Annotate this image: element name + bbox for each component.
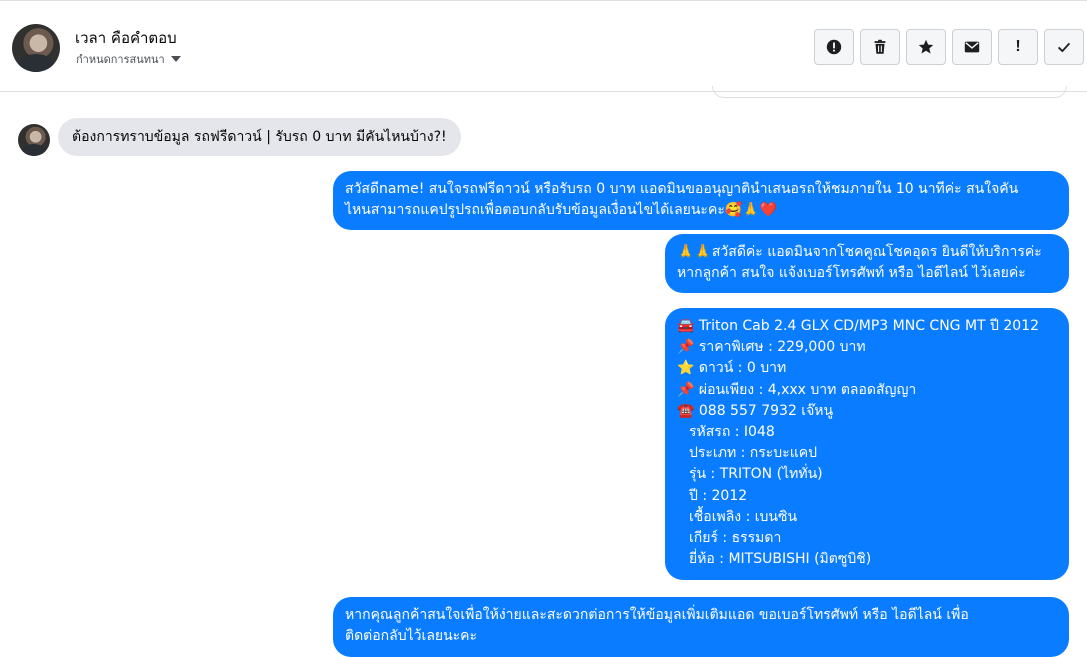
outgoing-message[interactable]: 🙏🙏สวัสดีค่ะ แอดมินจากโชคคูณโชคอุดร ยินดี… <box>665 234 1069 293</box>
star-icon <box>918 39 934 54</box>
exclamation-icon: ! <box>1015 38 1021 55</box>
assign-conversation-dropdown[interactable]: กำหนดการสนทนา <box>76 50 181 68</box>
message-line: รหัสรถ : I048 <box>689 424 775 441</box>
envelope-icon <box>964 41 980 53</box>
done-button[interactable] <box>1044 29 1084 65</box>
alert-circle-icon <box>826 39 842 55</box>
message-line: เชื้อเพลิง : เบนซิน <box>689 508 798 525</box>
incoming-message[interactable]: ต้องการทราบข้อมูล รถฟรีดาวน์ | รับรถ 0 บ… <box>58 118 461 156</box>
message-line: ติดต่อกลับไว้เลยนะคะ <box>345 628 478 644</box>
message-line: 🙏🙏สวัสดีค่ะ แอดมินจากโชคคูณโชคอุดร ยินดี… <box>677 244 1042 260</box>
message-line: รุ่น : TRITON (ไททั่น) <box>689 466 823 483</box>
outgoing-message-car-details[interactable]: 🚘 Triton Cab 2.4 GLX CD/MP3 MNC CNG MT ป… <box>665 308 1069 580</box>
priority-button[interactable]: ! <box>998 29 1038 65</box>
message-line: หากคุณลูกค้าสนใจเพื่อให้ง่ายและสะดวกต่อก… <box>345 607 969 623</box>
message-line: 🚘 Triton Cab 2.4 GLX CD/MP3 MNC CNG MT ป… <box>677 318 1040 334</box>
caret-down-icon <box>170 56 181 62</box>
checkmark-icon <box>1057 42 1071 53</box>
previous-message-bubble <box>712 86 1067 98</box>
trash-icon <box>874 39 886 54</box>
assign-conversation-label: กำหนดการสนทนา <box>76 53 165 66</box>
message-line: ปี : 2012 <box>689 487 748 504</box>
message-line: 📌 ผ่อนเพียง : 4,xxx บาท ตลอดสัญญา <box>677 381 917 398</box>
message-line: ⭐ ดาวน์ : 0 บาท <box>677 360 787 377</box>
message-line: ประเภท : กระบะแคป <box>689 445 817 462</box>
avatar[interactable] <box>12 24 60 72</box>
spam-button[interactable] <box>814 29 854 65</box>
message-line: ยี่ห้อ : MITSUBISHI (มิตซูบิชิ) <box>689 551 872 568</box>
message-line: 📌 ราคาพิเศษ : 229,000 บาท <box>677 339 866 356</box>
conversation-toolbar: ! <box>814 29 1084 65</box>
conversation-header: เวลา คือคำตอบ กำหนดการสนทนา ! <box>0 4 1087 92</box>
outgoing-message[interactable]: สวัสดีname! สนใจรถฟรีดาวน์ หรือรับรถ 0 บ… <box>333 171 1069 230</box>
message-line: เกียร์ : ธรรมดา <box>689 530 782 547</box>
star-button[interactable] <box>906 29 946 65</box>
message-line: ไหนสามารถแคปรูปรถเพื่อตอบกลับรับข้อมูลเง… <box>345 202 778 218</box>
message-line: สวัสดีname! สนใจรถฟรีดาวน์ หรือรับรถ 0 บ… <box>345 181 1019 197</box>
outgoing-message[interactable]: หากคุณลูกค้าสนใจเพื่อให้ง่ายและสะดวกต่อก… <box>333 597 1069 657</box>
mark-unread-button[interactable] <box>952 29 992 65</box>
contact-name[interactable]: เวลา คือคำตอบ <box>75 26 177 50</box>
message-line: หากลูกค้า สนใจ แจ้งเบอร์โทรศัพท์ หรือ ไอ… <box>677 265 1026 281</box>
message-line: ☎️ 088 557 7932 เจ๊หนู <box>677 402 834 419</box>
delete-button[interactable] <box>860 29 900 65</box>
sender-avatar[interactable] <box>18 124 50 156</box>
